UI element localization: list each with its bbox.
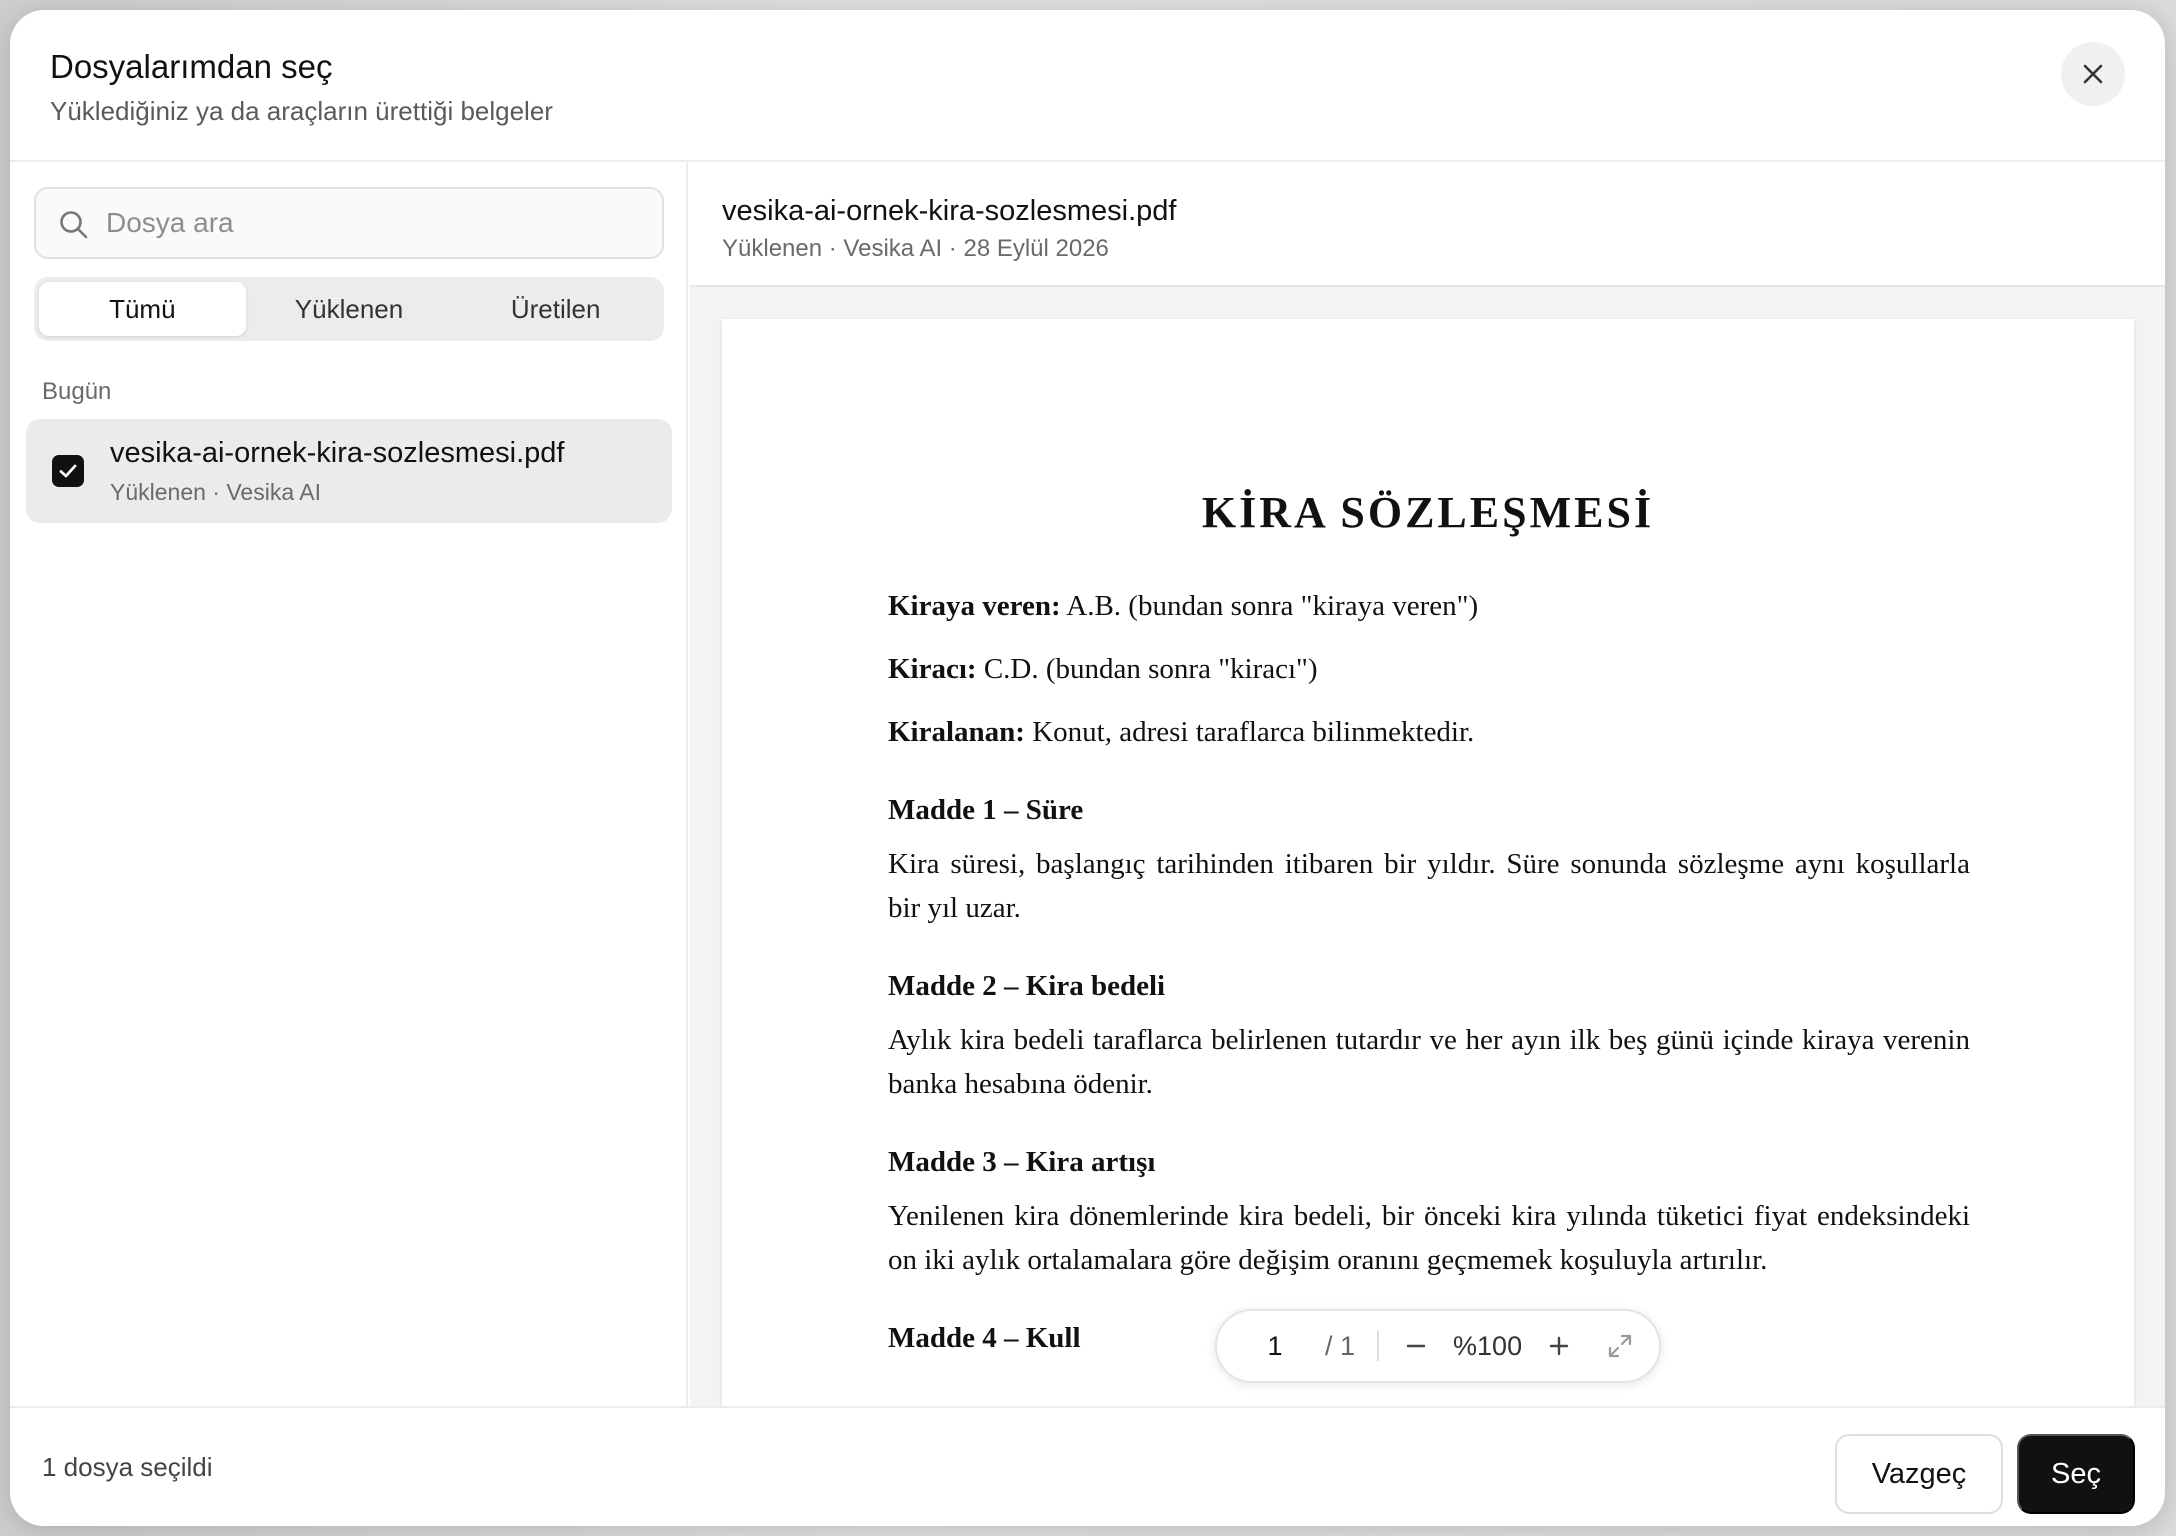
dialog-header: Dosyalarımdan seç Yüklediğiniz ya da ara… — [10, 10, 2165, 162]
checkbox-checked[interactable] — [52, 455, 84, 487]
article-title: Madde 2 – Kira bedeli — [888, 970, 1166, 1002]
party-line: Kiraya veren: A.B. (bundan sonra "kiraya… — [888, 584, 1970, 628]
party-label: Kiracı: — [888, 653, 977, 685]
party-text: A.B. (bundan sonra "kiraya veren") — [1060, 590, 1479, 622]
article-title: Madde 3 – Kira artışı — [888, 1146, 1156, 1178]
check-icon — [59, 464, 77, 478]
page-total: / 1 — [1325, 1330, 1356, 1361]
tab-uploaded[interactable]: Yüklenen — [246, 282, 453, 336]
file-list-panel: Tümü Yüklenen Üretilen Bugün vesika-ai-o… — [10, 163, 688, 1406]
preview-header: vesika-ai-ornek-kira-sozlesmesi.pdf Yükl… — [690, 163, 2165, 287]
file-picker-dialog: Dosyalarımdan seç Yüklediğiniz ya da ara… — [10, 10, 2165, 1526]
fullscreen-button[interactable] — [1604, 1332, 1636, 1360]
file-meta: Yüklenen · Vesika AI — [110, 479, 321, 505]
zoom-out-button[interactable] — [1401, 1334, 1431, 1358]
party-label: Kiraya veren: — [888, 590, 1061, 622]
party-text: C.D. (bundan sonra "kiracı") — [976, 653, 1318, 685]
search-box — [34, 187, 664, 259]
plus-icon — [1549, 1336, 1569, 1356]
zoom-in-button[interactable] — [1544, 1334, 1574, 1358]
cancel-button[interactable]: Vazgeç — [1835, 1434, 2003, 1514]
article-text: Yenilenen kira dönemlerinde kira bedeli,… — [888, 1200, 1970, 1276]
party-line: Kiralanan: Konut, adresi taraflarca bili… — [888, 710, 1970, 754]
article-title: Madde 1 – Süre — [888, 794, 1084, 826]
zoom-level: %100 — [1453, 1330, 1523, 1361]
expand-icon — [1608, 1334, 1632, 1358]
party-line: Kiracı: C.D. (bundan sonra "kiracı") — [888, 647, 1970, 691]
close-icon — [2083, 64, 2103, 84]
file-list-item[interactable]: vesika-ai-ornek-kira-sozlesmesi.pdf Yükl… — [26, 419, 672, 523]
article-text: Kira süresi, başlangıç tarihinden itibar… — [888, 848, 1970, 924]
party-text: Konut, adresi taraflarca bilinmektedir. — [1024, 716, 1475, 748]
document-title: KİRA SÖZLEŞMESİ — [1201, 488, 1655, 537]
preview-file-meta: Yüklenen · Vesika AI · 28 Eylül 2026 — [722, 235, 1109, 262]
article-text: Aylık kira bedeli taraflarca belirlenen … — [888, 1024, 1970, 1100]
dialog-subtitle: Yüklediğiniz ya da araçların ürettiği be… — [50, 96, 553, 126]
preview-file-name: vesika-ai-ornek-kira-sozlesmesi.pdf — [722, 195, 1177, 227]
party-label: Kiralanan: — [888, 716, 1025, 748]
tab-all[interactable]: Tümü — [39, 282, 246, 336]
dialog-footer: 1 dosya seçildi Vazgeç Seç — [10, 1406, 2165, 1526]
filter-tabs: Tümü Yüklenen Üretilen — [34, 277, 664, 341]
tab-generated[interactable]: Üretilen — [452, 282, 659, 336]
group-label-today: Bugün — [42, 378, 112, 405]
search-icon — [58, 209, 90, 246]
toolbar-divider — [1377, 1331, 1380, 1361]
document-viewer[interactable]: KİRA SÖZLEŞMESİ Kiraya veren: A.B. (bund… — [690, 289, 2165, 1406]
search-input[interactable] — [106, 197, 646, 249]
document-page: KİRA SÖZLEŞMESİ Kiraya veren: A.B. (bund… — [722, 319, 2134, 1406]
minus-icon — [1406, 1344, 1426, 1348]
page-number-input[interactable]: 1 — [1255, 1331, 1295, 1362]
viewer-toolbar: 1 / 1 %100 — [1215, 1309, 1661, 1383]
preview-panel: vesika-ai-ornek-kira-sozlesmesi.pdf Yükl… — [690, 163, 2165, 1406]
dialog-title: Dosyalarımdan seç — [50, 48, 333, 85]
close-button[interactable] — [2061, 42, 2125, 106]
file-name: vesika-ai-ornek-kira-sozlesmesi.pdf — [110, 437, 565, 469]
select-button[interactable]: Seç — [2017, 1434, 2135, 1514]
document-content: Kiraya veren: A.B. (bundan sonra "kiraya… — [888, 584, 1970, 1370]
selection-count: 1 dosya seçildi — [42, 1452, 213, 1482]
